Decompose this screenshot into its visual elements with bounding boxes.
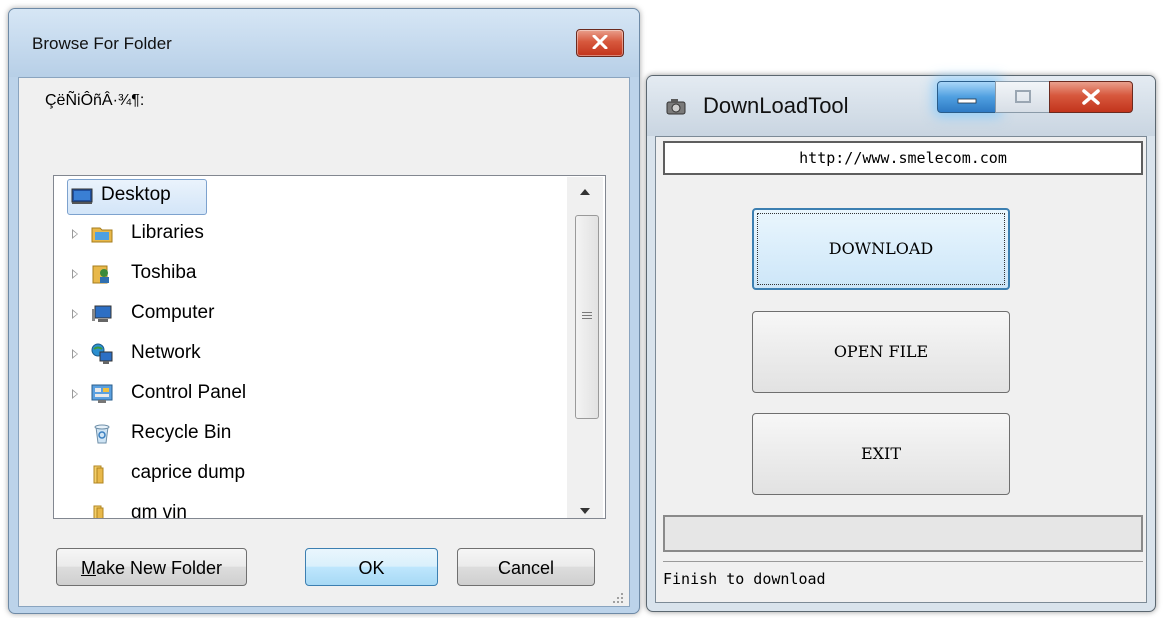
browse-dialog-titlebar[interactable]: Browse For Folder bbox=[9, 9, 639, 77]
close-icon bbox=[1082, 89, 1100, 105]
control-panel-icon bbox=[91, 384, 113, 403]
network-icon bbox=[91, 343, 113, 364]
grip-line bbox=[582, 315, 592, 316]
caption-buttons bbox=[937, 81, 1135, 115]
tree-item-network[interactable]: Network bbox=[54, 336, 554, 372]
minimize-icon bbox=[957, 98, 977, 104]
tree-item-label: Desktop bbox=[101, 184, 171, 205]
folder-icon bbox=[93, 465, 104, 484]
download-progress-bar bbox=[663, 515, 1143, 552]
scroll-up-arrow-icon[interactable] bbox=[567, 177, 603, 207]
browse-dialog-title: Browse For Folder bbox=[32, 34, 172, 53]
expand-arrow-icon[interactable] bbox=[72, 309, 78, 319]
status-text: Finish to download bbox=[663, 570, 826, 588]
tree-vertical-scrollbar[interactable] bbox=[567, 177, 603, 519]
make-new-folder-label: ake New Folder bbox=[95, 558, 223, 578]
browse-dialog-description: ÇëÑiÔñÂ·¾¶: bbox=[45, 92, 145, 109]
minimize-button[interactable] bbox=[937, 81, 997, 113]
tree-item-control-panel[interactable]: Control Panel bbox=[54, 376, 554, 412]
mnemonic-letter: M bbox=[80, 558, 96, 578]
open-file-button[interactable]: OPEN FILE bbox=[752, 311, 1010, 393]
scroll-down-arrow-icon[interactable] bbox=[567, 496, 603, 519]
cancel-button[interactable]: Cancel bbox=[457, 548, 595, 586]
resize-grip-icon[interactable] bbox=[612, 592, 624, 604]
downloadtool-window: DownLoadTool http://www.smelecom.com DOW… bbox=[646, 75, 1156, 612]
expand-arrow-icon[interactable] bbox=[72, 229, 78, 239]
camera-icon bbox=[666, 99, 686, 115]
url-field[interactable]: http://www.smelecom.com bbox=[663, 141, 1143, 175]
expand-arrow-icon[interactable] bbox=[72, 269, 78, 279]
expand-arrow-icon[interactable] bbox=[72, 349, 78, 359]
folder-icon bbox=[93, 505, 104, 518]
user-folder-icon bbox=[92, 265, 109, 284]
tree-item-desktop[interactable]: Desktop bbox=[54, 178, 554, 215]
maximize-icon bbox=[1015, 90, 1031, 103]
exit-button[interactable]: EXIT bbox=[752, 413, 1010, 495]
recycle-bin-icon bbox=[94, 424, 110, 444]
tree-item-label: Computer bbox=[131, 302, 215, 323]
tree-item-gm-vin[interactable]: gm vin bbox=[54, 496, 554, 519]
browse-dialog-close-button[interactable] bbox=[576, 29, 624, 57]
tree-item-label: Control Panel bbox=[131, 382, 247, 403]
scrollbar-thumb[interactable] bbox=[575, 215, 599, 419]
libraries-icon bbox=[91, 227, 113, 243]
tree-item-toshiba[interactable]: Toshiba bbox=[54, 256, 554, 292]
tree-item-libraries[interactable]: Libraries bbox=[54, 216, 554, 252]
close-icon bbox=[592, 35, 608, 49]
tree-item-label: gm vin bbox=[131, 502, 187, 519]
tree-item-computer[interactable]: Computer bbox=[54, 296, 554, 332]
downloadtool-title: DownLoadTool bbox=[703, 93, 849, 118]
downloadtool-titlebar[interactable]: DownLoadTool bbox=[647, 76, 1155, 136]
grip-line bbox=[582, 318, 592, 319]
tree-item-label: Network bbox=[131, 342, 201, 363]
folder-tree-view[interactable]: Desktop Libraries Toshiba Computer Netwo… bbox=[53, 175, 606, 519]
status-bar: Finish to download bbox=[663, 561, 1143, 596]
tree-item-label: Libraries bbox=[131, 222, 204, 243]
expand-arrow-icon[interactable] bbox=[72, 389, 78, 399]
tree-item-caprice-dump[interactable]: caprice dump bbox=[54, 456, 554, 492]
make-new-folder-button[interactable]: Make New Folder bbox=[56, 548, 247, 586]
ok-button[interactable]: OK bbox=[305, 548, 438, 586]
tree-item-label: caprice dump bbox=[131, 462, 246, 483]
grip-line bbox=[582, 312, 592, 313]
maximize-button[interactable] bbox=[995, 81, 1051, 113]
download-button[interactable]: DOWNLOAD bbox=[752, 208, 1010, 290]
close-button[interactable] bbox=[1049, 81, 1133, 113]
tree-item-label: Recycle Bin bbox=[131, 422, 232, 443]
computer-icon bbox=[92, 305, 112, 322]
tree-item-recycle-bin[interactable]: Recycle Bin bbox=[54, 416, 554, 452]
desktop-icon bbox=[71, 188, 93, 204]
tree-item-label: Toshiba bbox=[131, 262, 197, 283]
